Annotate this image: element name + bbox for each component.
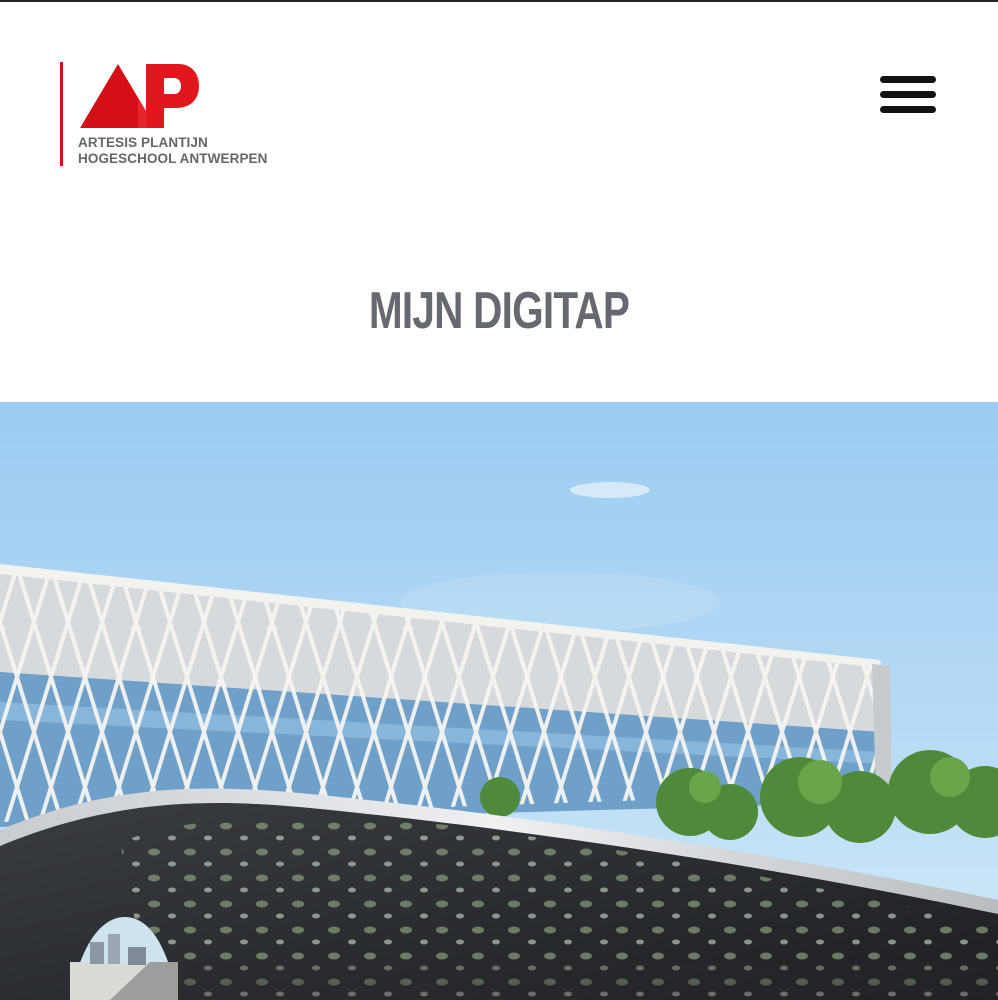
hamburger-menu-button[interactable] — [876, 72, 940, 120]
logo-text-line2: HOGESCHOOL ANTWERPEN — [78, 151, 268, 166]
page-title: MIJN DIGITAP — [368, 282, 630, 340]
hero-building-illustration — [0, 402, 998, 1000]
hamburger-line — [880, 91, 936, 98]
site-header: ARTESIS PLANTIJN HOGESCHOOL ANTWERPEN MI… — [0, 2, 998, 400]
logo-accent-bar — [60, 62, 63, 166]
ap-logo-link[interactable]: ARTESIS PLANTIJN HOGESCHOOL ANTWERPEN — [60, 62, 280, 168]
hamburger-line — [880, 106, 936, 113]
hamburger-menu-icon — [880, 76, 936, 83]
hero-image — [0, 402, 998, 1000]
ap-logo-mark-icon — [80, 64, 199, 128]
logo-text-line1: ARTESIS PLANTIJN — [78, 135, 208, 150]
